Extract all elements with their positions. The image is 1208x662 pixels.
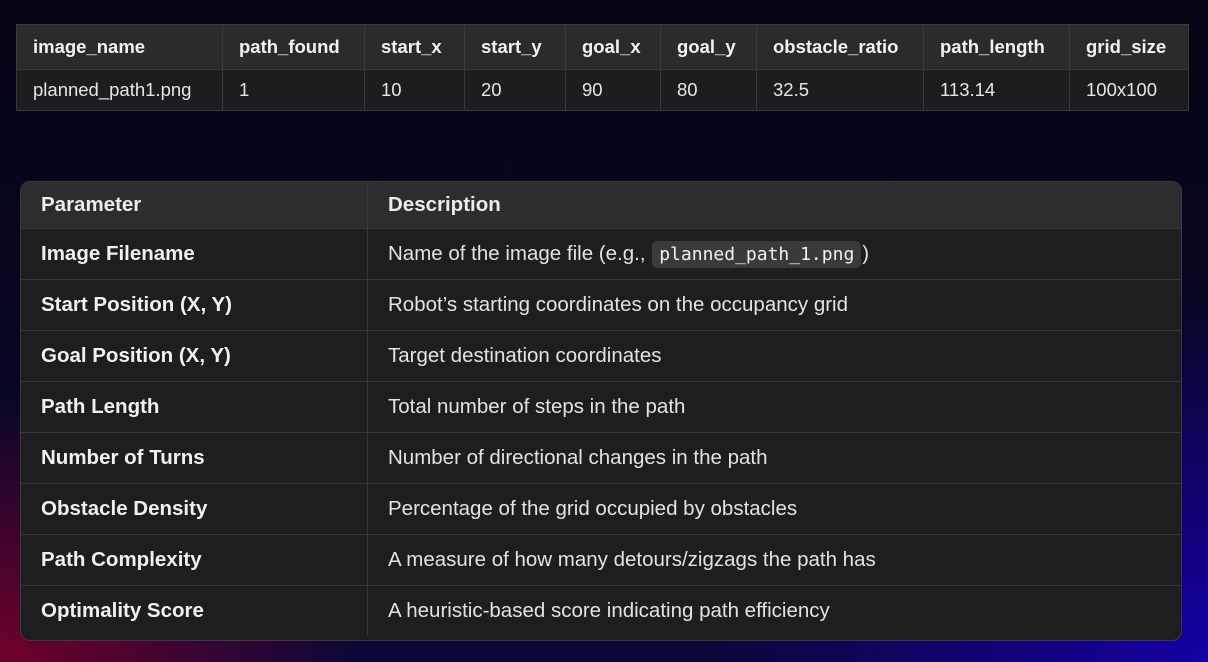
parameter-description: A measure of how many detours/zigzags th… (367, 534, 1181, 586)
column-header: image_name (16, 24, 223, 70)
summary-header-row: image_name path_found start_x start_y go… (16, 24, 1189, 70)
parameter-description: Number of directional changes in the pat… (367, 432, 1181, 484)
column-header: start_x (364, 24, 465, 70)
table-cell: 113.14 (923, 69, 1070, 111)
parameter-name: Path Complexity (21, 534, 368, 586)
parameter-description: Percentage of the grid occupied by obsta… (367, 483, 1181, 535)
description-text: ) (862, 242, 870, 265)
table-row: Optimality Score A heuristic-based score… (21, 585, 1181, 636)
parameter-description: Robot’s starting coordinates on the occu… (367, 279, 1181, 331)
inline-code: planned_path_1.png (652, 241, 862, 268)
column-header: start_y (464, 24, 566, 70)
table-cell: 10 (364, 69, 465, 111)
parameter-name: Image Filename (21, 228, 368, 280)
parameter-table-container: Parameter Description Image Filename Nam… (20, 181, 1182, 641)
table-row: Number of Turns Number of directional ch… (21, 432, 1181, 484)
parameter-header-row: Parameter Description (21, 182, 1181, 229)
column-header: path_found (222, 24, 365, 70)
table-row: Path Complexity A measure of how many de… (21, 534, 1181, 586)
column-header: goal_x (565, 24, 661, 70)
column-header: grid_size (1069, 24, 1189, 70)
table-cell: 100x100 (1069, 69, 1189, 111)
table-row: Obstacle Density Percentage of the grid … (21, 483, 1181, 535)
parameter-table: Parameter Description Image Filename Nam… (21, 182, 1181, 636)
column-header: path_length (923, 24, 1070, 70)
parameter-name: Goal Position (X, Y) (21, 330, 368, 382)
parameter-name: Start Position (X, Y) (21, 279, 368, 331)
table-cell: planned_path1.png (16, 69, 223, 111)
table-cell: 20 (464, 69, 566, 111)
parameter-name: Optimality Score (21, 585, 368, 636)
parameter-description: Total number of steps in the path (367, 381, 1181, 433)
parameter-name: Number of Turns (21, 432, 368, 484)
parameter-name: Obstacle Density (21, 483, 368, 535)
table-row: Goal Position (X, Y) Target destination … (21, 330, 1181, 382)
table-row: Path Length Total number of steps in the… (21, 381, 1181, 433)
parameter-description: A heuristic-based score indicating path … (388, 599, 830, 622)
table-cell: 1 (222, 69, 365, 111)
parameter-description: Target destination coordinates (367, 330, 1181, 382)
parameter-description: Name of the image file (e.g., planned_pa… (367, 228, 1181, 280)
column-header-description: Description (367, 182, 1181, 229)
table-row: planned_path1.png 1 10 20 90 80 32.5 113… (16, 69, 1189, 111)
table-cell: 80 (660, 69, 757, 111)
column-header: goal_y (660, 24, 757, 70)
table-cell: 32.5 (756, 69, 924, 111)
table-row: Start Position (X, Y) Robot’s starting c… (21, 279, 1181, 331)
parameter-name: Path Length (21, 381, 368, 433)
description-text: Name of the image file (e.g., (388, 242, 652, 265)
column-header: obstacle_ratio (756, 24, 924, 70)
table-cell: 90 (565, 69, 661, 111)
column-header-parameter: Parameter (21, 182, 368, 229)
summary-table: image_name path_found start_x start_y go… (16, 24, 1189, 111)
table-row: Image Filename Name of the image file (e… (21, 228, 1181, 280)
